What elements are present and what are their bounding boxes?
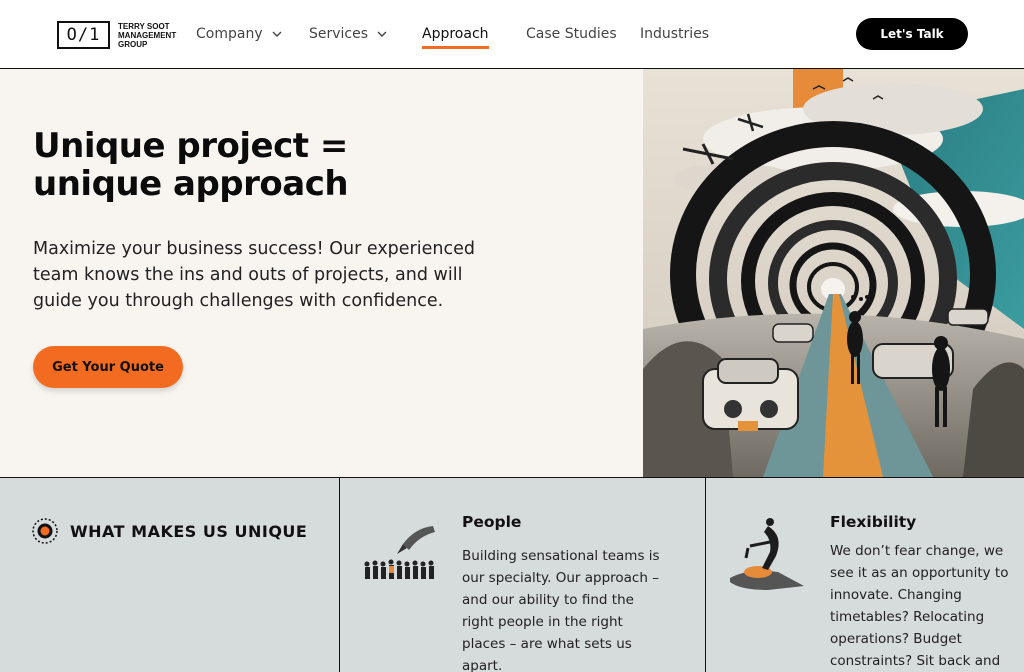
surreal-collage-image bbox=[643, 69, 1024, 477]
nav-item-services[interactable]: Services bbox=[309, 26, 388, 42]
nav-item-label: Case Studies bbox=[526, 26, 617, 42]
section-label: WHAT MAKES US UNIQUE bbox=[32, 518, 307, 544]
logo-line: GROUP bbox=[118, 39, 148, 49]
hero-section: Unique project = unique approach Maximiz… bbox=[0, 69, 1024, 478]
column-divider bbox=[339, 478, 340, 672]
site-header: O/1 TERRY SOOT MANAGEMENT GROUP Company … bbox=[0, 0, 1024, 69]
chevron-down-icon bbox=[377, 31, 387, 37]
hero-title: Unique project = unique approach bbox=[33, 127, 453, 203]
nav-item-company[interactable]: Company bbox=[196, 26, 283, 42]
feature-text-flexibility: We don’t fear change, we see it as an op… bbox=[830, 543, 1009, 669]
get-quote-button[interactable]: Get Your Quote bbox=[33, 346, 183, 388]
chevron-down-icon bbox=[272, 31, 282, 37]
logo-text: TERRY SOOT MANAGEMENT GROUP bbox=[118, 22, 180, 49]
hero-image bbox=[643, 69, 1024, 477]
logo-line: TERRY SOOT bbox=[118, 21, 170, 31]
column-divider bbox=[705, 478, 706, 672]
nav-item-label: Approach bbox=[422, 26, 489, 42]
hero-lead: Maximize your business success! Our expe… bbox=[33, 239, 475, 311]
logo-mark: O/1 bbox=[57, 21, 110, 49]
nav-item-label: Services bbox=[309, 26, 369, 42]
hand-figure-illustration bbox=[730, 518, 804, 590]
lets-talk-button[interactable]: Let's Talk bbox=[856, 18, 968, 50]
unique-section: WHAT MAKES US UNIQUE People Building sen… bbox=[0, 478, 1024, 672]
nav-item-approach[interactable]: Approach bbox=[422, 26, 489, 49]
nav-item-case-studies[interactable]: Case Studies bbox=[526, 26, 617, 42]
active-underline bbox=[422, 46, 489, 49]
hero-title-line: unique approach bbox=[33, 164, 349, 204]
target-icon bbox=[32, 518, 58, 544]
logo-line: MANAGEMENT bbox=[118, 30, 177, 40]
feature-text-people: Building sensational teams is our specia… bbox=[462, 548, 660, 672]
hero-title-line: Unique project = bbox=[33, 126, 348, 166]
nav-item-label: Company bbox=[196, 26, 263, 42]
nav-item-industries[interactable]: Industries bbox=[640, 26, 709, 42]
feature-title-people: People bbox=[462, 513, 522, 531]
section-label-text: WHAT MAKES US UNIQUE bbox=[70, 521, 308, 541]
feature-title-flexibility: Flexibility bbox=[830, 513, 917, 531]
logo[interactable]: O/1 TERRY SOOT MANAGEMENT GROUP bbox=[57, 21, 180, 49]
nav-item-label: Industries bbox=[640, 26, 710, 42]
people-group-illustration bbox=[364, 526, 435, 579]
